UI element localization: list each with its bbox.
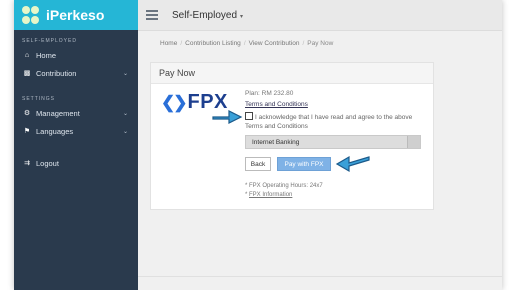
acknowledge-row: I acknowledge that I have read and agree… — [245, 112, 425, 131]
menu-icon[interactable] — [146, 10, 158, 20]
sidebar-item-home[interactable]: ⌂ Home — [14, 46, 138, 64]
iperkeso-logo-icon — [22, 6, 40, 24]
footer-divider — [138, 276, 502, 277]
pay-with-fpx-button[interactable]: Pay with FPX — [277, 157, 331, 171]
select-arrow-icon — [407, 136, 420, 148]
bank-type-value: Internet Banking — [252, 138, 300, 146]
flag-icon: ⚑ — [23, 128, 31, 135]
app-title: iPerkeso — [46, 7, 105, 23]
chevron-down-icon: ⌄ — [122, 110, 128, 117]
top-bar: Self-Employed ▾ — [138, 0, 502, 31]
fpx-mark-icon: ❮❯ — [161, 92, 187, 112]
sidebar: iPerkeso SELF-EMPLOYED ⌂ Home ▩ Contribu… — [14, 0, 138, 290]
breadcrumb-view-contribution[interactable]: View Contribution — [249, 40, 300, 47]
section-settings: SETTINGS — [22, 96, 56, 102]
back-button[interactable]: Back — [245, 157, 271, 171]
sidebar-item-label: Home — [36, 50, 57, 60]
acknowledge-checkbox[interactable] — [245, 112, 253, 120]
fpx-info-link[interactable]: FPX Information — [249, 192, 292, 198]
money-icon: ▩ — [23, 70, 31, 77]
operating-hours: * FPX Operating Hours: 24x7 — [245, 183, 323, 189]
bank-type-select[interactable]: Internet Banking — [245, 135, 421, 149]
sidebar-item-label: Logout — [36, 158, 59, 168]
sidebar-item-logout[interactable]: ⇉ Logout — [14, 154, 138, 172]
breadcrumb-contribution-listing[interactable]: Contribution Listing — [185, 40, 241, 47]
app-window: iPerkeso SELF-EMPLOYED ⌂ Home ▩ Contribu… — [14, 0, 502, 290]
sidebar-item-label: Contribution — [36, 68, 77, 78]
plan-amount: Plan: RM 232.80 — [245, 90, 294, 97]
role-dropdown[interactable]: Self-Employed ▾ — [172, 10, 243, 21]
sidebar-item-management[interactable]: ⚙ Management ⌄ — [14, 104, 138, 122]
logout-icon: ⇉ — [24, 160, 30, 167]
panel-title: Pay Now — [151, 63, 433, 84]
sidebar-item-languages[interactable]: ⚑ Languages ⌄ — [14, 122, 138, 140]
sidebar-item-label: Languages — [36, 126, 74, 136]
gear-icon: ⚙ — [23, 110, 31, 117]
fpx-info: * FPX Information — [245, 192, 292, 198]
breadcrumb-current: Pay Now — [307, 40, 334, 47]
breadcrumb: Home / Contribution Listing / View Contribut… — [160, 40, 334, 47]
brand[interactable]: iPerkeso — [14, 0, 138, 30]
terms-link[interactable]: Terms and Conditions — [245, 101, 308, 108]
chevron-down-icon: ⌄ — [122, 128, 128, 135]
sidebar-item-contribution[interactable]: ▩ Contribution ⌄ — [14, 64, 138, 82]
breadcrumb-home[interactable]: Home — [160, 40, 177, 47]
section-self-employed: SELF-EMPLOYED — [22, 38, 77, 44]
acknowledge-text: I acknowledge that I have read and agree… — [245, 114, 413, 130]
home-icon: ⌂ — [24, 51, 30, 59]
chevron-down-icon: ⌄ — [122, 70, 128, 77]
callout-arrow-pay-icon — [335, 155, 370, 173]
sidebar-item-label: Management — [36, 108, 80, 118]
pay-now-panel: Pay Now ❮❯ FPX Plan: RM 232.80 Terms and… — [150, 62, 434, 210]
callout-arrow-checkbox-icon — [212, 110, 243, 124]
caret-down-icon: ▾ — [240, 13, 244, 20]
role-label: Self-Employed — [172, 9, 238, 21]
